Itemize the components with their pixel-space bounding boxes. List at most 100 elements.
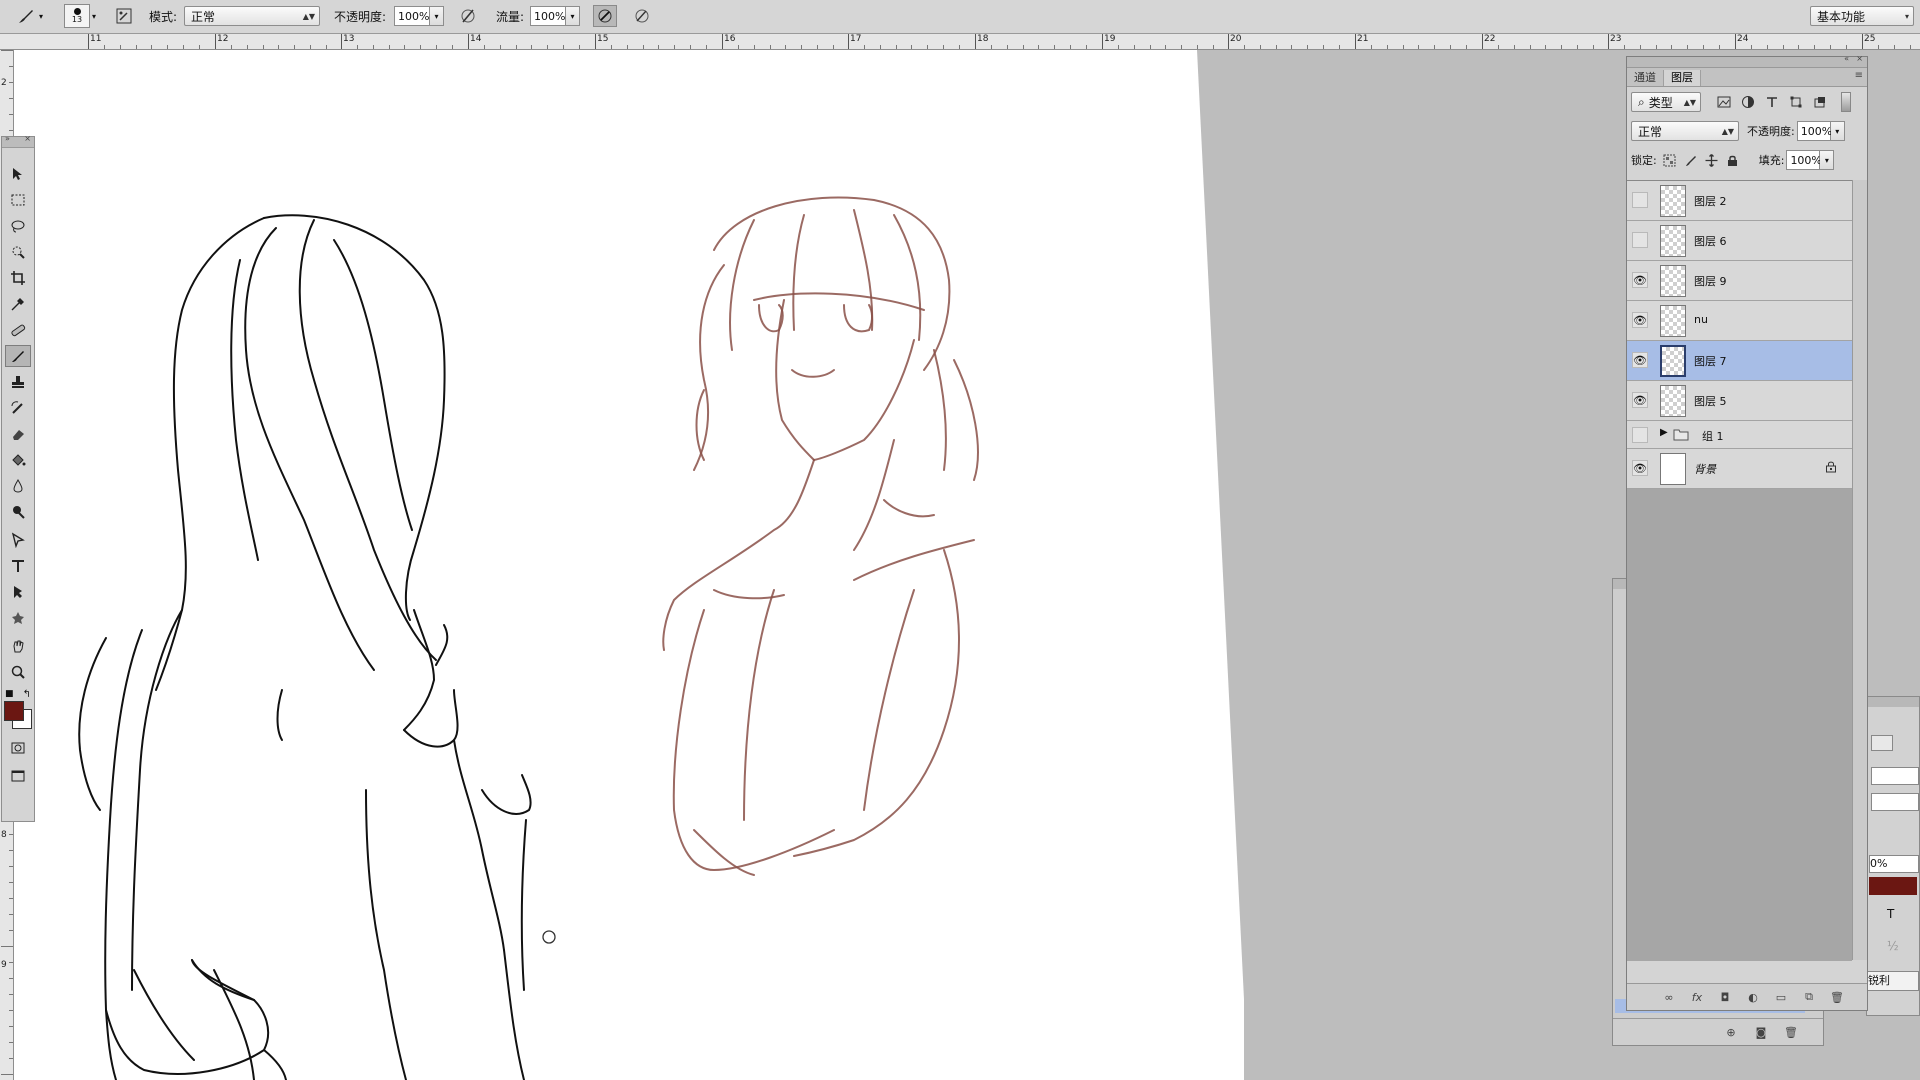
eyedropper-tool[interactable] xyxy=(5,293,31,315)
layer-row-selected[interactable]: 👁 图层 7 xyxy=(1627,341,1852,381)
close-icon[interactable]: × xyxy=(1856,54,1863,63)
visibility-toggle[interactable] xyxy=(1632,427,1648,443)
tracking-field[interactable]: 0% xyxy=(1869,855,1919,873)
history-brush-tool[interactable] xyxy=(5,397,31,419)
blend-mode-select[interactable]: 正常 ▲▼ xyxy=(184,6,320,26)
layer-group-row[interactable]: ▶ 组 1 xyxy=(1627,421,1852,449)
document-canvas[interactable] xyxy=(14,50,1244,1080)
visibility-toggle[interactable]: 👁 xyxy=(1632,460,1648,476)
brush-tool[interactable] xyxy=(5,345,31,367)
pressure-size-button[interactable] xyxy=(630,5,654,27)
brush-tool-preset-button[interactable]: ▾ xyxy=(16,5,43,27)
dodge-tool[interactable] xyxy=(5,501,31,523)
foreground-color-swatch[interactable] xyxy=(4,701,24,721)
visibility-toggle[interactable]: 👁 xyxy=(1632,392,1648,408)
shape-tool[interactable] xyxy=(5,607,31,629)
quick-mask-button[interactable] xyxy=(5,737,31,759)
marquee-tool[interactable] xyxy=(5,189,31,211)
link-layers-icon[interactable]: ∞ xyxy=(1661,989,1677,1005)
clone-stamp-tool[interactable] xyxy=(5,371,31,393)
shape-filter-icon[interactable] xyxy=(1789,95,1803,109)
smart-object-filter-icon[interactable] xyxy=(1813,95,1827,109)
layer-style-fx-icon[interactable]: fx xyxy=(1689,989,1705,1005)
antialias-select[interactable]: 锐利 xyxy=(1867,971,1919,991)
horizontal-ruler[interactable]: 11 12 13 14 15 16 17 18 19 20 21 22 23 24 25 xyxy=(0,34,1920,50)
layer-row[interactable]: 👁 nu xyxy=(1627,301,1852,341)
faux-bold-icon[interactable]: T xyxy=(1887,907,1894,921)
tab-layers[interactable]: 图层 xyxy=(1664,70,1701,86)
path-selection-tool[interactable] xyxy=(5,581,31,603)
panel-menu-icon[interactable]: ≡ xyxy=(1855,70,1863,81)
opacity-slider-button[interactable]: ▾ xyxy=(430,6,444,26)
font-field-stub[interactable] xyxy=(1871,767,1919,785)
type-tool[interactable] xyxy=(5,555,31,577)
layer-filter-select[interactable]: ⌕ 类型 ▲▼ xyxy=(1631,92,1701,112)
layer-row[interactable]: 👁 图层 5 xyxy=(1627,381,1852,421)
lock-position-icon[interactable] xyxy=(1705,153,1718,167)
panel-header[interactable] xyxy=(1867,697,1919,707)
flow-input[interactable]: 100% xyxy=(530,6,566,26)
style-field-stub[interactable] xyxy=(1871,793,1919,811)
collapse-icon[interactable]: » xyxy=(5,134,10,143)
layer-list-scrollbar[interactable] xyxy=(1852,180,1867,960)
blur-tool[interactable] xyxy=(5,475,31,497)
trash-icon[interactable]: 🗑 xyxy=(1829,989,1845,1005)
layer-opacity-slider-button[interactable]: ▾ xyxy=(1830,121,1845,141)
adjustment-filter-icon[interactable] xyxy=(1741,95,1755,109)
layer-row[interactable]: 图层 6 xyxy=(1627,221,1852,261)
tab-channels[interactable]: 通道 xyxy=(1627,70,1664,86)
fill-slider-button[interactable]: ▾ xyxy=(1820,150,1835,170)
pen-tool[interactable] xyxy=(5,529,31,551)
fill-input[interactable]: 100% xyxy=(1786,150,1822,170)
opacity-input[interactable]: 100% xyxy=(394,6,430,26)
lasso-tool[interactable] xyxy=(5,215,31,237)
eraser-tool[interactable] xyxy=(5,423,31,445)
layer-blend-mode-select[interactable]: 正常 ▲▼ xyxy=(1631,121,1739,141)
text-color-swatch[interactable] xyxy=(1869,877,1917,895)
visibility-toggle[interactable] xyxy=(1632,232,1648,248)
adjustment-layer-icon[interactable]: ◐ xyxy=(1745,989,1761,1005)
crop-tool[interactable] xyxy=(5,267,31,289)
zoom-tool[interactable] xyxy=(5,661,31,683)
flow-slider-button[interactable]: ▾ xyxy=(566,6,580,26)
collapse-icon[interactable]: « xyxy=(1844,54,1849,63)
load-channel-icon[interactable]: ⊕ xyxy=(1723,1024,1739,1040)
brush-size-picker[interactable]: 13 ▾ xyxy=(64,4,96,28)
new-layer-icon[interactable]: ⧉ xyxy=(1801,989,1817,1005)
healing-brush-tool[interactable] xyxy=(5,319,31,341)
workspace-select[interactable]: 基本功能 ▾ xyxy=(1810,6,1914,26)
filter-toggle-switch[interactable] xyxy=(1841,92,1851,112)
visibility-toggle[interactable] xyxy=(1632,192,1648,208)
expand-triangle-icon[interactable]: ▶ xyxy=(1660,427,1668,438)
visibility-toggle[interactable]: 👁 xyxy=(1632,352,1648,368)
new-group-folder-icon[interactable]: ▭ xyxy=(1773,989,1789,1005)
toggle-brush-panel-button[interactable] xyxy=(112,5,136,27)
visibility-toggle[interactable]: 👁 xyxy=(1632,312,1648,328)
swap-colors-icon[interactable]: ↰ xyxy=(23,689,31,700)
type-filter-icon[interactable] xyxy=(1765,95,1779,109)
trash-icon[interactable]: 🗑 xyxy=(1783,1024,1799,1040)
lock-all-icon[interactable] xyxy=(1726,154,1739,167)
layer-row[interactable]: 图层 2 xyxy=(1627,181,1852,221)
quick-selection-tool[interactable] xyxy=(5,241,31,263)
visibility-toggle[interactable]: 👁 xyxy=(1632,272,1648,288)
default-colors-icon[interactable]: ■ xyxy=(5,689,14,699)
tools-panel-header[interactable]: » × xyxy=(2,134,34,148)
layer-row[interactable]: 👁 图层 9 xyxy=(1627,261,1852,301)
rotate-view-tool[interactable] xyxy=(5,635,31,657)
paint-bucket-tool[interactable] xyxy=(5,449,31,471)
background-layer-row[interactable]: 👁 背景 xyxy=(1627,449,1852,489)
layer-opacity-input[interactable]: 100% xyxy=(1796,121,1832,141)
airbrush-button[interactable] xyxy=(593,5,617,27)
pixel-filter-icon[interactable] xyxy=(1717,95,1731,109)
lock-transparent-pixels-icon[interactable] xyxy=(1663,154,1676,167)
dropdown-stub[interactable] xyxy=(1871,735,1893,751)
close-icon[interactable]: × xyxy=(24,134,31,143)
lock-image-pixels-icon[interactable] xyxy=(1684,154,1697,167)
move-tool[interactable] xyxy=(5,163,31,185)
camera-icon[interactable]: ◙ xyxy=(1753,1024,1769,1040)
pressure-opacity-button[interactable] xyxy=(456,5,480,27)
screen-mode-button[interactable] xyxy=(5,765,31,787)
add-mask-icon[interactable]: ◘ xyxy=(1717,989,1733,1005)
layers-panel-header[interactable]: « × xyxy=(1627,54,1867,68)
